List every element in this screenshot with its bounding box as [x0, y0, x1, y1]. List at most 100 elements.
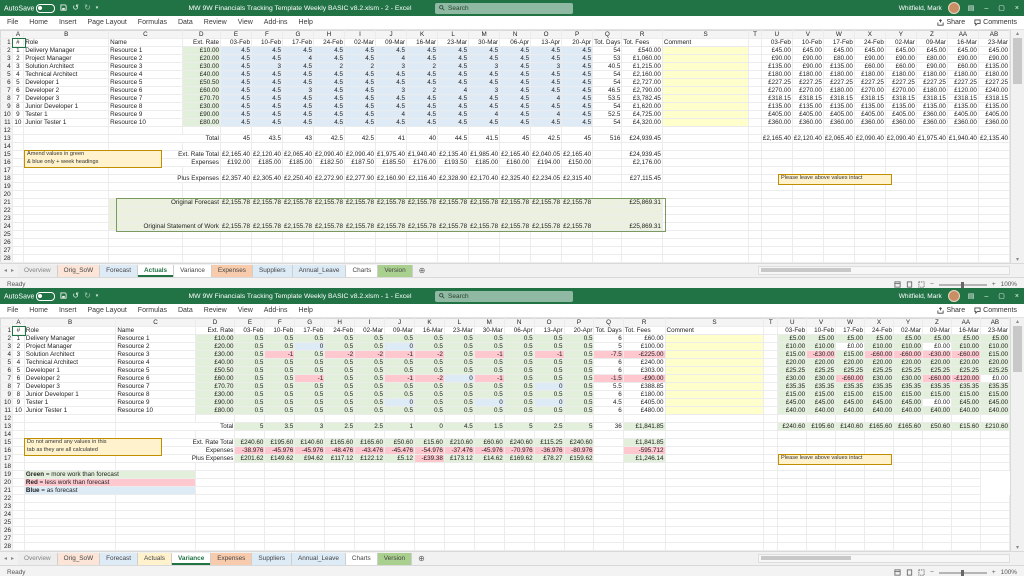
- grid-cell[interactable]: [109, 191, 183, 199]
- grid-cell[interactable]: 4.5: [407, 71, 438, 79]
- grid-cell[interactable]: [444, 487, 474, 495]
- grid-cell[interactable]: [251, 167, 282, 175]
- grid-cell[interactable]: [265, 463, 295, 471]
- grid-cell[interactable]: £80.00: [195, 407, 235, 415]
- grid-cell[interactable]: [12, 183, 24, 191]
- grid-cell[interactable]: £318.15: [947, 95, 978, 103]
- grid-cell[interactable]: [623, 479, 665, 487]
- grid-cell[interactable]: £3,782.45: [622, 95, 663, 103]
- grid-cell[interactable]: £90.00: [916, 63, 947, 71]
- grid-cell[interactable]: [885, 231, 916, 239]
- grid-cell[interactable]: 0.5: [534, 335, 564, 343]
- grid-cell[interactable]: [622, 143, 663, 151]
- grid-cell[interactable]: [12, 207, 24, 215]
- grid-cell[interactable]: 0.5: [325, 343, 355, 351]
- row-header-7[interactable]: 7: [1, 87, 13, 95]
- grid-cell[interactable]: [531, 127, 562, 135]
- grid-cell[interactable]: £60.00: [623, 335, 665, 343]
- grid-cell[interactable]: [665, 495, 764, 503]
- grid-cell[interactable]: [12, 239, 24, 247]
- grid-cell[interactable]: [295, 471, 325, 479]
- grid-cell[interactable]: 42.5: [314, 135, 345, 143]
- grid-cell[interactable]: £2,155.78: [282, 223, 313, 231]
- grid-cell[interactable]: 4.5: [376, 79, 407, 87]
- row-header-15[interactable]: 15: [1, 151, 13, 159]
- grid-cell[interactable]: [182, 183, 220, 191]
- grid-cell[interactable]: [504, 543, 534, 551]
- grid-cell[interactable]: £35.35: [980, 383, 1009, 391]
- zoom-out-icon[interactable]: −: [930, 569, 934, 576]
- column-header-R[interactable]: R: [622, 31, 663, 39]
- grid-cell[interactable]: [764, 503, 778, 511]
- column-header-AA[interactable]: AA: [947, 31, 978, 39]
- grid-cell[interactable]: Resource 10: [116, 407, 195, 415]
- grid-cell[interactable]: [282, 255, 313, 263]
- save-icon[interactable]: [60, 4, 67, 12]
- grid-cell[interactable]: £60.00: [195, 375, 235, 383]
- grid-cell[interactable]: 4.5: [345, 87, 376, 95]
- grid-cell[interactable]: £15.00: [922, 391, 951, 399]
- restore-icon[interactable]: ▢: [996, 4, 1007, 12]
- grid-cell[interactable]: [764, 535, 778, 543]
- grid-cell[interactable]: [116, 503, 195, 511]
- grid-cell[interactable]: 4.5: [282, 111, 313, 119]
- grid-cell[interactable]: £165.60: [865, 423, 894, 431]
- grid-cell[interactable]: [854, 199, 885, 207]
- grid-cell[interactable]: [764, 415, 778, 423]
- grid-cell[interactable]: £1,975.40: [376, 151, 407, 159]
- grid-cell[interactable]: 5: [12, 367, 24, 375]
- grid-cell[interactable]: [438, 167, 469, 175]
- grid-cell[interactable]: 23-Mar: [438, 39, 469, 47]
- grid-cell[interactable]: [474, 479, 504, 487]
- grid-cell[interactable]: 20-Apr: [562, 39, 593, 47]
- grid-cell[interactable]: 4.5: [282, 47, 313, 55]
- grid-cell[interactable]: [385, 495, 415, 503]
- grid-cell[interactable]: [594, 487, 623, 495]
- grid-cell[interactable]: 3.5: [265, 423, 295, 431]
- grid-cell[interactable]: [385, 535, 415, 543]
- grid-cell[interactable]: [24, 175, 109, 183]
- row-header-9[interactable]: 9: [1, 103, 13, 111]
- grid-cell[interactable]: [764, 463, 778, 471]
- menu-tab-add-ins[interactable]: Add-ins: [264, 307, 288, 314]
- grid-cell[interactable]: [594, 455, 623, 463]
- grid-cell[interactable]: £5.00: [894, 335, 923, 343]
- grid-cell[interactable]: 5: [235, 423, 265, 431]
- grid-cell[interactable]: [251, 231, 282, 239]
- grid-cell[interactable]: [474, 519, 504, 527]
- grid-cell[interactable]: [823, 239, 854, 247]
- grid-cell[interactable]: 0.5: [295, 367, 325, 375]
- grid-cell[interactable]: 4.5: [345, 47, 376, 55]
- grid-cell[interactable]: £45.00: [836, 399, 865, 407]
- grid-cell[interactable]: 4.5: [500, 63, 531, 71]
- grid-cell[interactable]: £240.00: [623, 359, 665, 367]
- grid-cell[interactable]: 3: [469, 63, 500, 71]
- grid-cell[interactable]: £227.25: [916, 79, 947, 87]
- grid-cell[interactable]: [807, 479, 836, 487]
- grid-cell[interactable]: [807, 431, 836, 439]
- grid-cell[interactable]: 0.5: [564, 391, 594, 399]
- grid-cell[interactable]: [531, 191, 562, 199]
- grid-cell[interactable]: £159.62: [564, 455, 594, 463]
- minimize-icon[interactable]: –: [982, 5, 990, 12]
- grid-cell[interactable]: [407, 143, 438, 151]
- grid-cell[interactable]: [444, 511, 474, 519]
- grid-cell[interactable]: [885, 255, 916, 263]
- column-header-K[interactable]: K: [414, 319, 444, 327]
- grid-cell[interactable]: £2,155.78: [500, 223, 531, 231]
- grid-cell[interactable]: [325, 479, 355, 487]
- grid-cell[interactable]: [854, 207, 885, 215]
- grid-cell[interactable]: £180.00: [854, 71, 885, 79]
- grid-cell[interactable]: -1: [474, 375, 504, 383]
- grid-cell[interactable]: 0.5: [265, 335, 295, 343]
- grid-cell[interactable]: [916, 247, 947, 255]
- grid-cell[interactable]: 10-Feb: [792, 39, 823, 47]
- grid-cell[interactable]: [749, 47, 762, 55]
- grid-cell[interactable]: [665, 447, 764, 455]
- grid-cell[interactable]: [662, 95, 748, 103]
- grid-cell[interactable]: [474, 487, 504, 495]
- grid-cell[interactable]: [978, 159, 1009, 167]
- grid-cell[interactable]: [195, 479, 235, 487]
- grid-cell[interactable]: [865, 543, 894, 551]
- grid-cell[interactable]: [534, 511, 564, 519]
